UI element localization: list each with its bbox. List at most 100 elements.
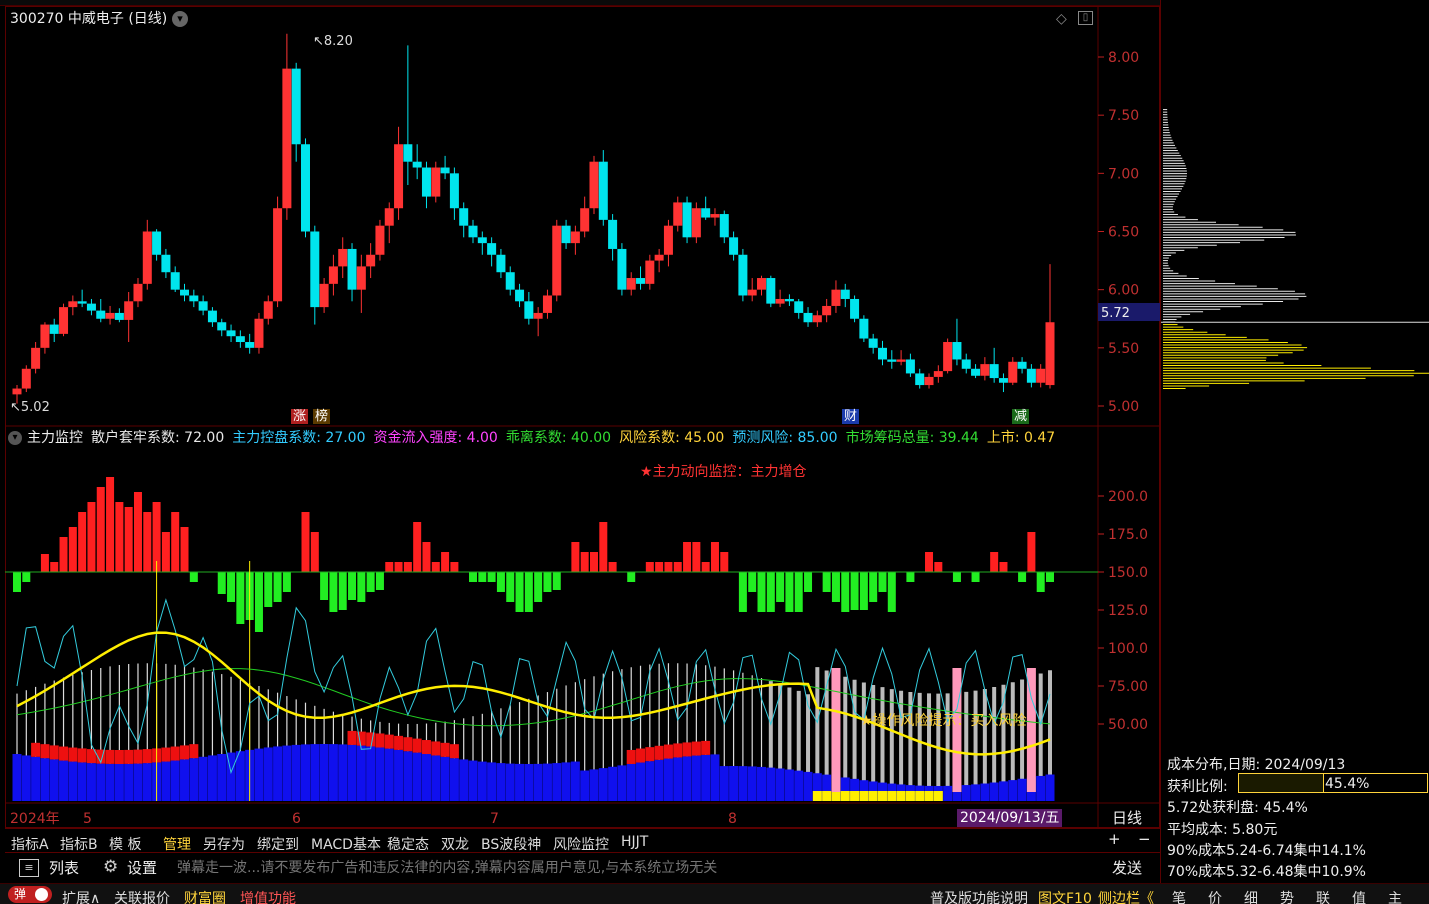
right-tab-1[interactable]: 价 (1208, 888, 1222, 904)
right-tab-6[interactable]: 主 (1388, 888, 1402, 904)
candle-body (589, 161, 599, 209)
indicator-value-2: 资金流入强度: 4.00 (373, 430, 498, 446)
outflow-bar (282, 572, 291, 592)
inflow-bar (78, 512, 87, 572)
tab-10[interactable]: 风险监控 (553, 834, 609, 854)
diamond-icon[interactable]: ◇ (1056, 12, 1067, 26)
event-marker-cai[interactable]: 财 (842, 409, 860, 424)
indicator-series (5, 477, 1098, 801)
right-tab-0[interactable]: 笔 (1172, 888, 1186, 904)
chip-volume-bar (77, 762, 87, 801)
outflow-bar (952, 572, 961, 582)
barrage-input[interactable] (177, 856, 1087, 880)
settings-button[interactable]: 设置 (127, 861, 157, 876)
gear-icon[interactable]: ⚙ (103, 859, 118, 876)
outflow-bar (320, 572, 329, 600)
chip-red-bar (654, 745, 664, 760)
right-tab-3[interactable]: 势 (1280, 888, 1294, 904)
indicator-menu-icon[interactable]: ▾ (8, 431, 22, 445)
date-axis-month-7: 7 (490, 811, 499, 827)
chip-volume-bar (803, 771, 813, 801)
date-axis-month-8: 8 (728, 811, 737, 827)
candle-body (673, 202, 683, 226)
candle-body (896, 359, 906, 362)
inflow-bar (683, 542, 692, 572)
tab-8[interactable]: 双龙 (441, 834, 469, 854)
period-label[interactable]: 日线 (1112, 811, 1142, 826)
tab-4[interactable]: 另存为 (203, 834, 245, 854)
f10-link[interactable]: 图文F10 (1038, 888, 1092, 904)
barrage-toggle[interactable]: 弹 (8, 886, 52, 903)
candle-body (757, 278, 767, 290)
event-marker-zhang[interactable]: 涨 (291, 409, 309, 424)
wealth-circle-button[interactable]: 财富圈 (184, 888, 226, 904)
tab-6[interactable]: MACD基本 (311, 834, 381, 854)
zoom-in-button[interactable]: + (1108, 832, 1121, 847)
chip-yellow-bar (822, 791, 832, 801)
outflow-bar (887, 572, 896, 612)
tab-3[interactable]: 管理 (163, 834, 191, 854)
chip-volume-bar (105, 763, 115, 801)
chip-red-bar (384, 734, 394, 749)
tab-5[interactable]: 绑定到 (257, 834, 299, 854)
status-bar: 弹 扩展∧ 关联报价 财富圈 增值功能 普及版功能说明 图文F10 侧边栏《 笔… (0, 883, 1429, 904)
tab-1[interactable]: 指标B (60, 834, 98, 854)
risk-highlight-bar (831, 668, 841, 792)
chip-volume-bar (515, 763, 525, 801)
popular-help-link[interactable]: 普及版功能说明 (930, 888, 1028, 904)
inflow-bar (571, 542, 580, 572)
tab-9[interactable]: BS波段神 (481, 834, 541, 854)
chip-volume-bar (328, 744, 338, 801)
chip-yellow-bar (859, 791, 869, 801)
tab-0[interactable]: 指标A (11, 834, 49, 854)
chip-red-bar (421, 740, 431, 755)
outflow-bar (794, 572, 803, 612)
sidebar-link[interactable]: 侧边栏《 (1098, 888, 1154, 904)
candle-body (915, 373, 925, 386)
panel-toggle-icon[interactable]: ▯ (1078, 11, 1093, 25)
chip-red-bar (133, 749, 143, 764)
chip-volume-bar (459, 759, 469, 801)
current-date-label: 2024/09/13/五 (957, 809, 1063, 827)
risk-note: ★操作风险提示：买入风险 (860, 713, 1027, 729)
send-button[interactable]: 发送 (1112, 861, 1142, 876)
outflow-bar (217, 572, 226, 594)
chip-red-bar (124, 749, 134, 764)
chip-volume-bar (68, 761, 78, 801)
chip-volume-bar (449, 758, 459, 801)
chip-volume-bar (775, 768, 785, 801)
candle-body (152, 231, 162, 255)
candle-body (114, 312, 124, 320)
candle-body (691, 208, 701, 238)
zoom-out-button[interactable]: − (1138, 832, 1151, 847)
chip-volume-bar (189, 758, 199, 801)
candle-body (96, 310, 106, 319)
right-tab-2[interactable]: 细 (1244, 888, 1258, 904)
related-quotes-button[interactable]: 关联报价 (114, 888, 170, 904)
tab-11[interactable]: HJJT (621, 834, 648, 850)
tab-7[interactable]: 稳定态 (387, 834, 429, 854)
chart-area[interactable]: 8.00 7.50 7.00 6.50 6.00 5.50 5.00 200.0 175.0 1… (5, 6, 1160, 828)
outflow-bar (804, 572, 813, 592)
value-added-button[interactable]: 增值功能 (240, 888, 296, 904)
candle-body (189, 295, 199, 302)
event-marker-bang[interactable]: 榜 (313, 409, 331, 424)
chip-red-bar (682, 742, 692, 757)
chip-volume-bar (338, 744, 348, 801)
inflow-bar (990, 552, 999, 572)
expand-button[interactable]: 扩展∧ (62, 888, 100, 904)
cost-90: 90%成本5.24-6.74集中14.1% (1167, 843, 1366, 859)
chevron-down-icon[interactable]: ▾ (172, 11, 188, 27)
inflow-bar (934, 562, 943, 572)
chip-volume-bar (552, 763, 562, 801)
chip-volume-bar (598, 768, 608, 801)
list-button[interactable]: 列表 (49, 861, 79, 876)
right-tab-4[interactable]: 联 (1316, 888, 1330, 904)
right-tab-5[interactable]: 值 (1352, 888, 1366, 904)
list-icon[interactable]: ≡ (19, 859, 39, 877)
cost-70: 70%成本5.32-6.48集中10.9% (1167, 864, 1366, 880)
event-marker-jian[interactable]: 减 (1012, 409, 1030, 424)
tab-2[interactable]: 模 板 (109, 834, 141, 854)
inflow-bar (608, 562, 617, 572)
chip-volume-bar (608, 766, 618, 801)
